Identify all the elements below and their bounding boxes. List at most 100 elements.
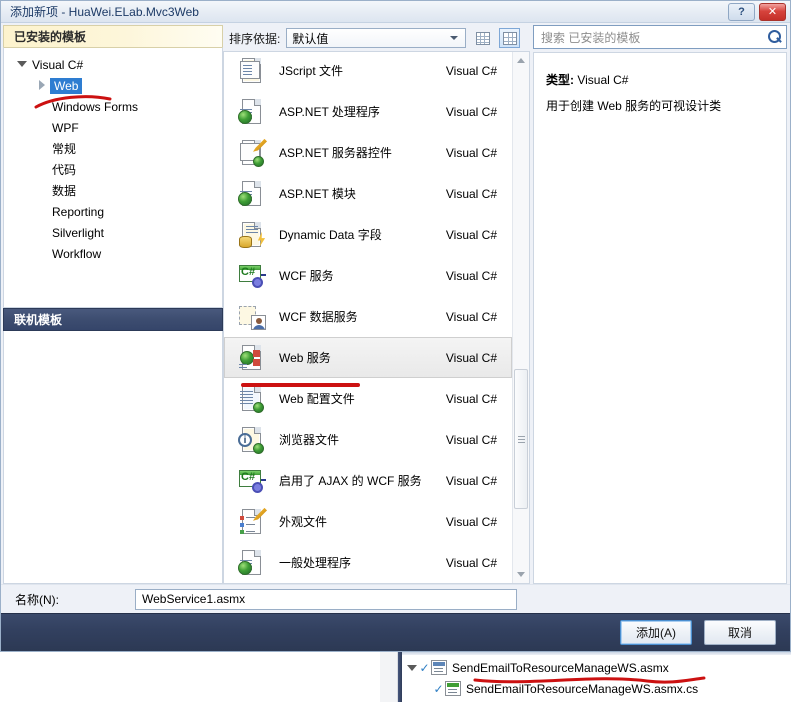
editor-gutter xyxy=(380,652,398,702)
chevron-down-icon[interactable] xyxy=(16,59,27,70)
template-row[interactable]: ASP.NET 模块 Visual C# xyxy=(224,173,512,214)
template-name: 外观文件 xyxy=(279,515,328,530)
template-name: ASP.NET 模块 xyxy=(279,187,356,202)
solution-explorer-strip: ✓ SendEmailToResourceManageWS.asmx ✓ SendEm… xyxy=(0,652,791,702)
template-language: Visual C# xyxy=(445,350,497,365)
tree-spacer-icon xyxy=(36,185,47,196)
medium-grid-icon xyxy=(502,31,517,45)
template-language: Visual C# xyxy=(445,391,497,406)
template-row[interactable]: 一般处理程序 Visual C# xyxy=(224,542,512,583)
search-icon[interactable] xyxy=(768,30,782,44)
solution-item[interactable]: ✓ SendEmailToResourceManageWS.asmx xyxy=(406,657,698,678)
tree-spacer-icon xyxy=(36,164,47,175)
small-grid-icon xyxy=(475,31,490,45)
sort-by-value: 默认值 xyxy=(292,31,329,46)
tree-item-label: 常规 xyxy=(52,142,77,157)
name-input[interactable]: WebService1.asmx xyxy=(135,588,517,610)
template-name: 启用了 AJAX 的 WCF 服务 xyxy=(279,474,422,489)
template-description-text: 用于创建 Web 服务的可视设计类 xyxy=(546,99,722,114)
tree-spacer-icon xyxy=(36,206,47,217)
template-name: 一般处理程序 xyxy=(279,556,352,571)
template-name: ASP.NET 处理程序 xyxy=(279,105,380,120)
solution-tree[interactable]: ✓ SendEmailToResourceManageWS.asmx ✓ SendEm… xyxy=(406,657,698,699)
ajax-wcf-service-icon: C# xyxy=(237,466,267,496)
tree-item-visual-c[interactable]: Visual C# xyxy=(4,54,222,75)
chevron-down-icon[interactable] xyxy=(406,662,418,674)
tree-item-[interactable]: 常规 xyxy=(4,138,222,159)
medium-icons-view-button[interactable] xyxy=(499,28,521,49)
scroll-down-arrow-icon[interactable] xyxy=(513,566,530,583)
scroll-up-arrow-icon[interactable] xyxy=(513,52,530,69)
tree-spacer-icon xyxy=(36,122,47,133)
search-box[interactable]: 搜索 已安装的模板 xyxy=(533,25,787,50)
tree-spacer-icon xyxy=(36,143,47,154)
template-row[interactable]: ASP.NET 服务器控件 Visual C# xyxy=(224,132,512,173)
sort-by-label: 排序依据: xyxy=(229,31,281,46)
template-row[interactable]: Web 配置文件 Visual C# xyxy=(224,378,512,419)
template-name: WCF 服务 xyxy=(279,269,334,284)
details-panel: 搜索 已安装的模板 类型: Visual C# 用于创建 Web 服务的可视设计… xyxy=(530,23,790,585)
tree-item-label: WPF xyxy=(52,120,79,135)
tree-item-reporting[interactable]: Reporting xyxy=(4,201,222,222)
template-type-line: 类型: Visual C# xyxy=(546,67,774,93)
wcf-data-service-icon xyxy=(237,302,267,332)
tree-item-[interactable]: 代码 xyxy=(4,159,222,180)
template-row[interactable]: C# WCF 服务 Visual C# xyxy=(224,255,512,296)
template-language: Visual C# xyxy=(445,227,497,242)
template-row[interactable]: 外观文件 Visual C# xyxy=(224,501,512,542)
small-icons-view-button[interactable] xyxy=(472,28,493,48)
template-name: JScript 文件 xyxy=(279,64,344,79)
template-row[interactable]: i 浏览器文件 Visual C# xyxy=(224,419,512,460)
cancel-button[interactable]: 取消 xyxy=(704,620,776,646)
tree-item-silverlight[interactable]: Silverlight xyxy=(4,222,222,243)
installed-templates-header: 已安装的模板 xyxy=(3,25,223,48)
tree-item-label: 代码 xyxy=(52,163,77,178)
jscript-file-icon xyxy=(237,56,267,86)
sort-by-combobox[interactable]: 默认值 xyxy=(286,28,467,49)
template-language: Visual C# xyxy=(445,514,497,529)
solution-item[interactable]: ✓ SendEmailToResourceManageWS.asmx.cs xyxy=(406,678,698,699)
templates-tree-panel: 已安装的模板 Visual C# Web Windows Forms WPF 常规代码数… xyxy=(1,23,223,585)
aspnet-handler-icon xyxy=(237,97,267,127)
close-button[interactable]: ✕ xyxy=(759,2,786,21)
tree-spacer-icon xyxy=(36,248,47,259)
online-templates-header[interactable]: 联机模板 xyxy=(3,307,223,331)
template-language: Visual C# xyxy=(445,186,497,201)
template-row[interactable]: JScript 文件 Visual C# xyxy=(224,52,512,91)
help-button[interactable]: ? xyxy=(728,2,755,21)
scrollbar-thumb[interactable] xyxy=(513,369,528,510)
chevron-down-icon xyxy=(446,29,462,47)
template-list-scrollbar[interactable] xyxy=(512,52,530,584)
category-tree[interactable]: Visual C# Web Windows Forms WPF 常规代码数据 Report… xyxy=(3,47,223,308)
checkmark-icon: ✓ xyxy=(419,660,430,675)
add-new-item-dialog: 添加新项 - HuaWei.ELab.Mvc3Web ? ✕ 已安装的模板 Vi… xyxy=(0,0,791,652)
template-row[interactable]: Web 服务 Visual C# xyxy=(224,337,512,379)
scrollbar-track[interactable] xyxy=(513,69,530,566)
template-description: 类型: Visual C# 用于创建 Web 服务的可视设计类 xyxy=(533,52,787,585)
tree-item-[interactable]: 数据 xyxy=(4,180,222,201)
tree-item-windows-forms[interactable]: Windows Forms xyxy=(4,96,222,117)
chevron-right-icon[interactable] xyxy=(36,80,47,91)
dialog-footer: 添加(A) 取消 xyxy=(1,613,790,651)
template-language: Visual C# xyxy=(445,104,497,119)
generic-handler-icon xyxy=(237,548,267,578)
template-row[interactable]: Dynamic Data 字段 Visual C# xyxy=(224,214,512,255)
aspnet-server-control-icon xyxy=(237,138,267,168)
tree-item-workflow[interactable]: Workflow xyxy=(4,243,222,264)
tree-item-wpf[interactable]: WPF xyxy=(4,117,222,138)
dialog-title: 添加新项 - HuaWei.ELab.Mvc3Web xyxy=(10,5,199,20)
tree-item-label: Reporting xyxy=(52,204,105,219)
search-input[interactable]: 搜索 已安装的模板 xyxy=(541,29,640,46)
template-list[interactable]: JScript 文件 Visual C# ASP.NET 处理程序 Visual C#… xyxy=(223,51,530,585)
add-button[interactable]: 添加(A) xyxy=(620,620,692,646)
tree-item-web[interactable]: Web xyxy=(4,75,222,96)
template-row[interactable]: ASP.NET 处理程序 Visual C# xyxy=(224,91,512,132)
tree-item-label: Workflow xyxy=(52,246,102,261)
template-row[interactable]: C# 启用了 AJAX 的 WCF 服务 Visual C# xyxy=(224,460,512,501)
template-language: Visual C# xyxy=(445,473,497,488)
template-language: Visual C# xyxy=(445,309,497,324)
template-row[interactable]: WCF 数据服务 Visual C# xyxy=(224,296,512,337)
template-list-panel: 排序依据: 默认值 JScript 文件 Visual C# ASP.NET 处… xyxy=(223,23,530,585)
template-type-label: 类型: xyxy=(546,73,574,88)
aspnet-module-icon xyxy=(237,179,267,209)
